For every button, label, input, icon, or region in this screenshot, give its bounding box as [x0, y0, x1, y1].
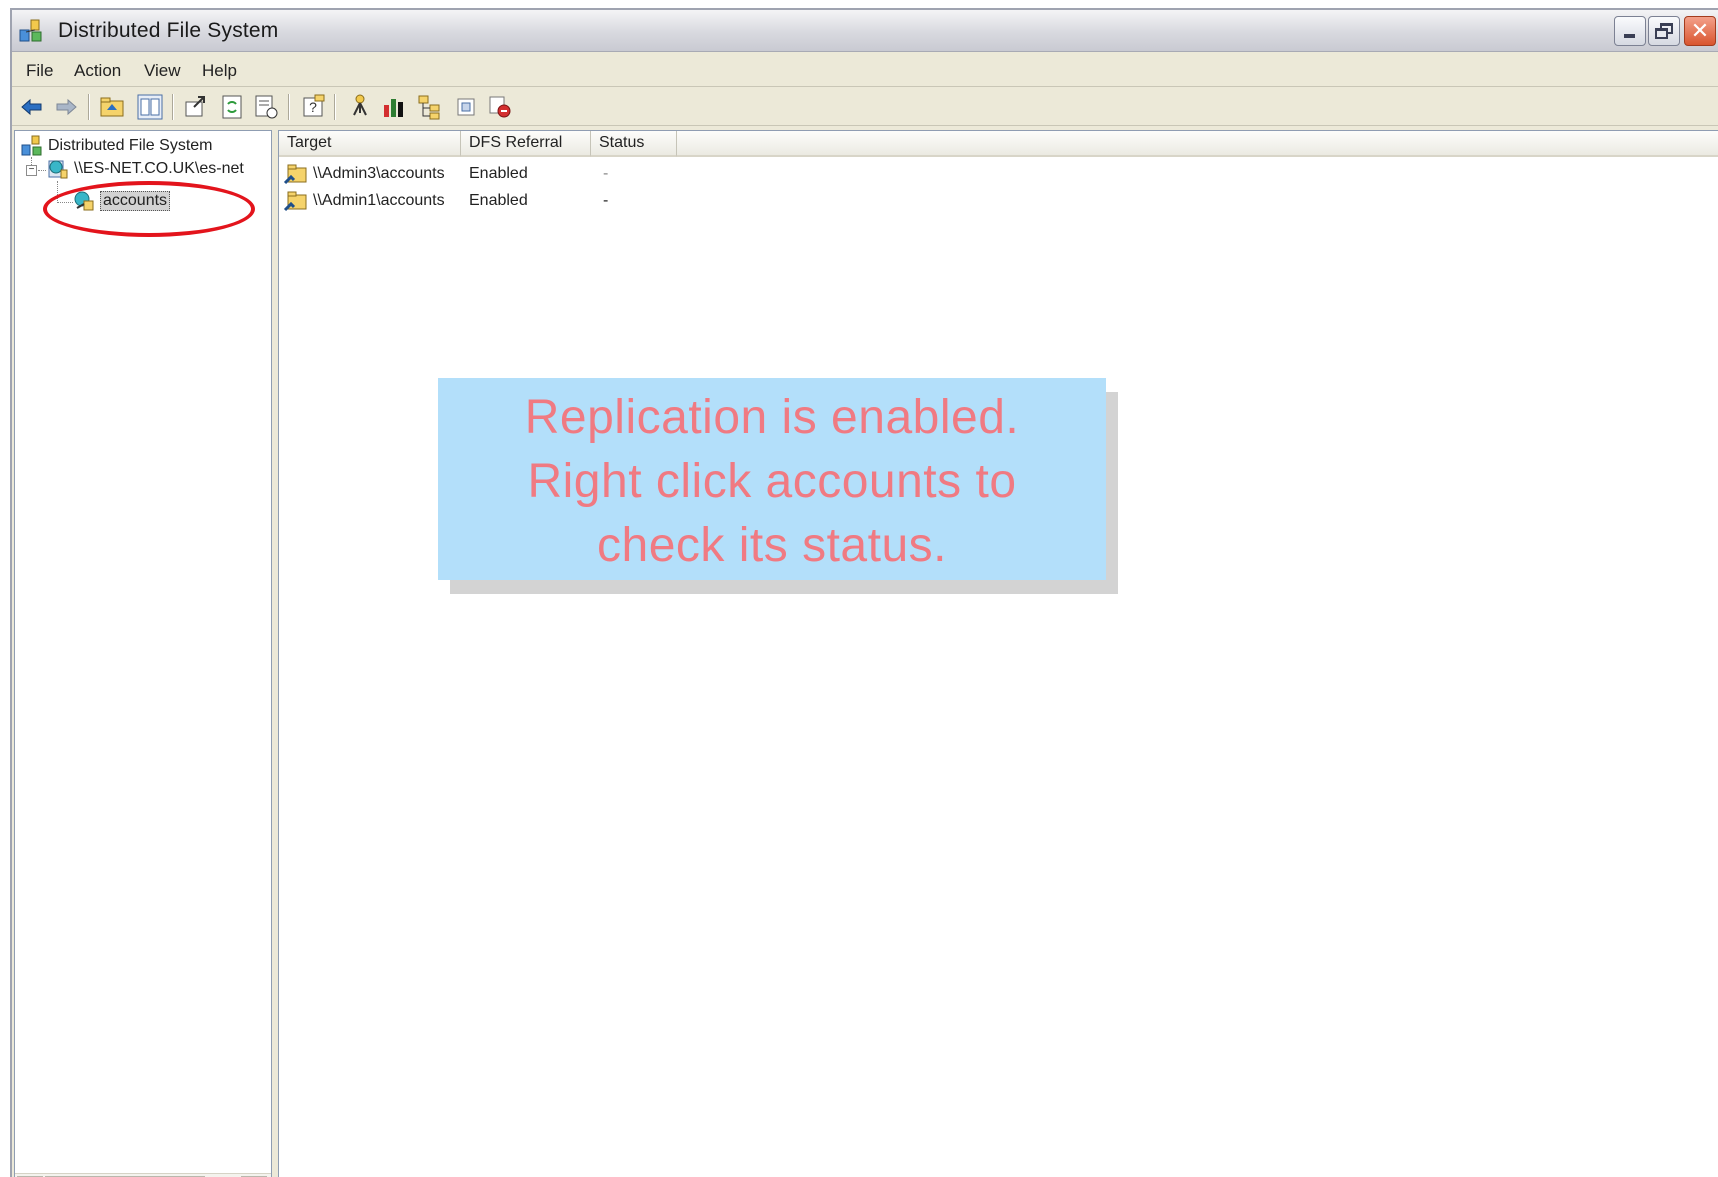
instruction-callout: Replication is enabled. Right click acco…: [438, 378, 1106, 580]
tree-label-dfs-root: Distributed File System: [48, 137, 213, 154]
menu-view[interactable]: View: [144, 61, 181, 81]
new-target-icon[interactable]: [452, 93, 480, 121]
refresh-icon[interactable]: [218, 93, 246, 121]
title-bar[interactable]: Distributed File System ✕: [12, 10, 1718, 52]
cell-target: \\Admin1\accounts: [313, 192, 445, 209]
cell-referral: Enabled: [469, 192, 528, 209]
tree-horizontal-scrollbar[interactable]: ‹ · ›: [15, 1173, 271, 1177]
dfs-app-icon: [19, 19, 42, 42]
new-root-icon[interactable]: [346, 93, 374, 121]
tree-item-namespace[interactable]: \\ES-NET.CO.UK\es-net: [47, 158, 244, 180]
window-title: Distributed File System: [58, 19, 279, 42]
up-folder-icon[interactable]: [98, 93, 126, 121]
toolbar: ?: [12, 88, 1718, 126]
cell-referral: Enabled: [469, 165, 528, 182]
dfs-tree-icon: [21, 135, 42, 156]
tree-item-dfs-root[interactable]: Distributed File System: [21, 135, 213, 157]
callout-line-3: check its status.: [597, 519, 947, 572]
column-header-target[interactable]: Target: [279, 131, 461, 157]
cell-status: -: [603, 192, 609, 209]
callout-line-2: Right click accounts to: [527, 455, 1017, 508]
highlight-ring: [43, 181, 255, 237]
cell-target: \\Admin3\accounts: [313, 165, 445, 182]
cell-status: -: [603, 165, 609, 182]
targets-list: Target DFS Referral Status \\Admin3\acco…: [278, 130, 1718, 1177]
namespace-root-icon: [48, 160, 68, 179]
menu-bar: File Action View Help: [12, 53, 1718, 87]
back-icon[interactable]: [18, 93, 46, 121]
help-icon[interactable]: ?: [300, 93, 328, 121]
menu-help[interactable]: Help: [202, 61, 237, 81]
minimize-icon: [1624, 34, 1635, 38]
restore-button[interactable]: [1648, 16, 1680, 46]
menu-action[interactable]: Action: [74, 61, 121, 81]
console-tree: Distributed File System − \\ES-NET.CO.UK…: [14, 130, 272, 1177]
minimize-button[interactable]: [1614, 16, 1646, 46]
close-button[interactable]: ✕: [1684, 16, 1716, 46]
column-header-status[interactable]: Status: [591, 131, 677, 157]
export-list-icon[interactable]: [182, 93, 210, 121]
shared-folder-icon: [283, 191, 307, 212]
remove-icon[interactable]: [486, 93, 514, 121]
callout-line-1: Replication is enabled.: [524, 391, 1020, 444]
column-header-referral[interactable]: DFS Referral: [461, 131, 591, 157]
replication-status-icon[interactable]: [380, 93, 408, 121]
collapse-toggle[interactable]: −: [26, 165, 37, 176]
menu-file[interactable]: File: [26, 61, 53, 81]
close-icon: ✕: [1690, 18, 1710, 43]
show-hide-tree-icon[interactable]: [136, 93, 164, 121]
new-link-icon[interactable]: [416, 93, 444, 121]
properties-icon[interactable]: [252, 93, 280, 121]
table-row[interactable]: \\Admin3\accounts Enabled -: [279, 163, 1718, 187]
tree-label-namespace: \\ES-NET.CO.UK\es-net: [74, 160, 244, 177]
shared-folder-icon: [283, 164, 307, 185]
table-row[interactable]: \\Admin1\accounts Enabled -: [279, 190, 1718, 214]
forward-icon[interactable]: [52, 93, 80, 121]
